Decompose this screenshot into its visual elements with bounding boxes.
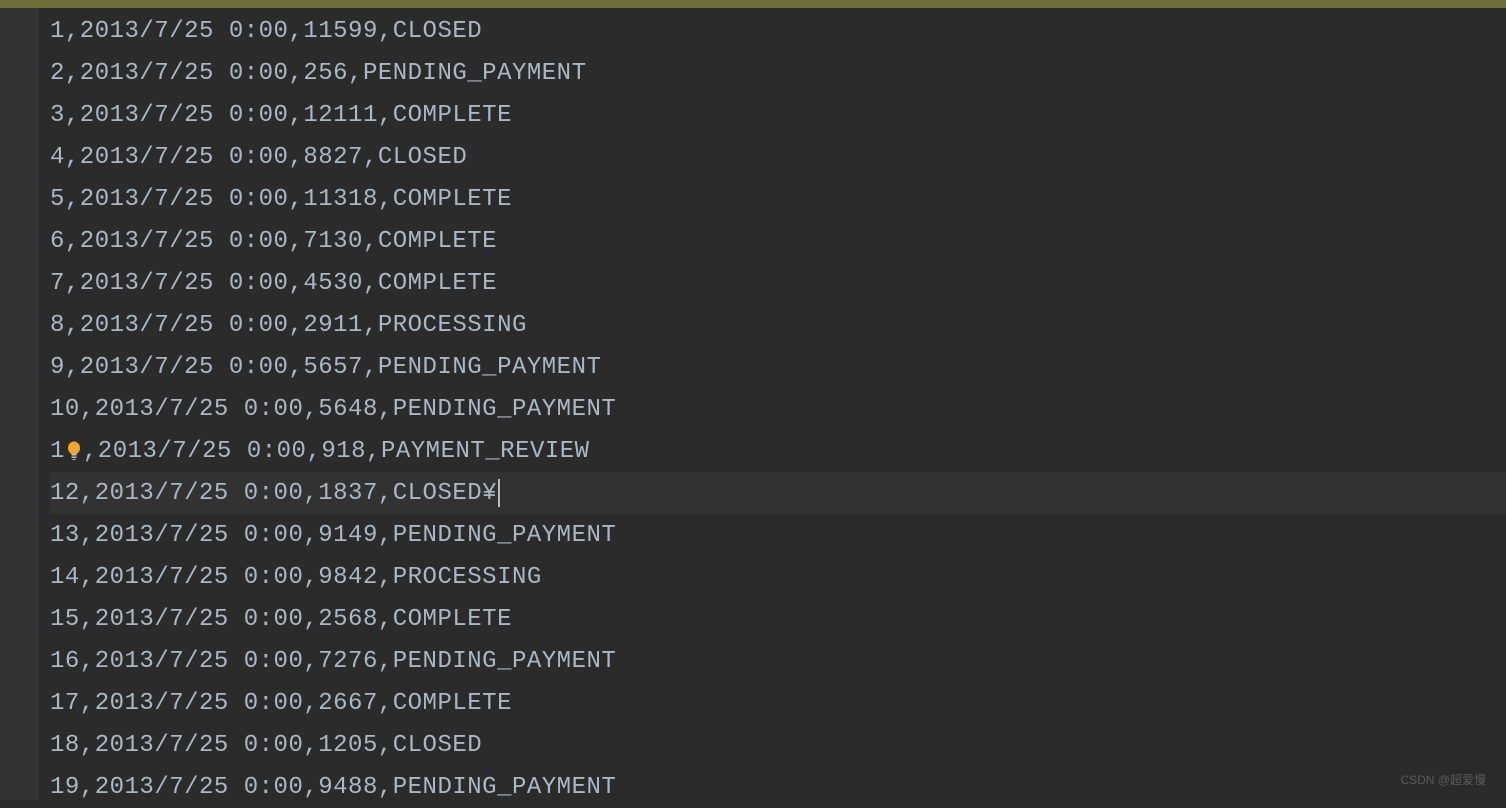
code-line[interactable]: 5,2013/7/25 0:00,11318,COMPLETE: [50, 178, 1506, 220]
code-line[interactable]: 7,2013/7/25 0:00,4530,COMPLETE: [50, 262, 1506, 304]
code-line[interactable]: 16,2013/7/25 0:00,7276,PENDING_PAYMENT: [50, 640, 1506, 682]
gutter-cell: [0, 680, 37, 722]
code-text: 7,2013/7/25 0:00,4530,COMPLETE: [50, 270, 497, 297]
gutter-cell: [0, 302, 37, 344]
gutter-cell: [0, 8, 37, 50]
code-text: 14,2013/7/25 0:00,9842,PROCESSING: [50, 564, 542, 591]
gutter-cell: [0, 596, 37, 638]
code-text: 3,2013/7/25 0:00,12111,COMPLETE: [50, 102, 512, 129]
code-line[interactable]: 2,2013/7/25 0:00,256,PENDING_PAYMENT: [50, 52, 1506, 94]
gutter-cell: [0, 470, 37, 512]
code-line[interactable]: 17,2013/7/25 0:00,2667,COMPLETE: [50, 682, 1506, 724]
code-line[interactable]: 12,2013/7/25 0:00,1837,CLOSED¥: [50, 472, 1506, 514]
gutter-cell: [0, 50, 37, 92]
code-text: ,2013/7/25 0:00,918,PAYMENT_REVIEW: [83, 438, 590, 465]
gutter-cell: [0, 512, 37, 554]
gutter-cell: [0, 92, 37, 134]
code-line[interactable]: 9,2013/7/25 0:00,5657,PENDING_PAYMENT: [50, 346, 1506, 388]
editor-container: 1,2013/7/25 0:00,11599,CLOSED 2,2013/7/25…: [0, 8, 1506, 800]
code-line[interactable]: 13,2013/7/25 0:00,9149,PENDING_PAYMENT: [50, 514, 1506, 556]
code-text: 2,2013/7/25 0:00,256,PENDING_PAYMENT: [50, 60, 586, 87]
text-caret: [498, 479, 500, 507]
code-line[interactable]: 10,2013/7/25 0:00,5648,PENDING_PAYMENT: [50, 388, 1506, 430]
code-text: 15,2013/7/25 0:00,2568,COMPLETE: [50, 606, 512, 633]
code-line[interactable]: 8,2013/7/25 0:00,2911,PROCESSING: [50, 304, 1506, 346]
code-text: 9,2013/7/25 0:00,5657,PENDING_PAYMENT: [50, 354, 601, 381]
gutter-cell: [0, 260, 37, 302]
code-text: 5,2013/7/25 0:00,11318,COMPLETE: [50, 186, 512, 213]
code-line[interactable]: 1 ,2013/7/25 0:00,918,PAYMENT_REVIEW: [50, 430, 1506, 472]
code-line[interactable]: 1,2013/7/25 0:00,11599,CLOSED: [50, 10, 1506, 52]
code-text: 12,2013/7/25 0:00,1837,CLOSED¥: [50, 480, 497, 507]
code-text: 4,2013/7/25 0:00,8827,CLOSED: [50, 144, 467, 171]
gutter-cell: [0, 722, 37, 764]
gutter-cell: [0, 638, 37, 680]
gutter-cell: [0, 218, 37, 260]
code-editor-area[interactable]: 1,2013/7/25 0:00,11599,CLOSED 2,2013/7/25…: [38, 8, 1506, 800]
gutter-cell: [0, 386, 37, 428]
code-text: 19,2013/7/25 0:00,9488,PENDING_PAYMENT: [50, 774, 616, 801]
code-line[interactable]: 3,2013/7/25 0:00,12111,COMPLETE: [50, 94, 1506, 136]
lightbulb-icon[interactable]: [65, 441, 83, 461]
code-line[interactable]: 6,2013/7/25 0:00,7130,COMPLETE: [50, 220, 1506, 262]
code-text: 8,2013/7/25 0:00,2911,PROCESSING: [50, 312, 527, 339]
code-text: 6,2013/7/25 0:00,7130,COMPLETE: [50, 228, 497, 255]
code-text: 1: [50, 438, 65, 465]
code-line[interactable]: 4,2013/7/25 0:00,8827,CLOSED: [50, 136, 1506, 178]
code-text: 17,2013/7/25 0:00,2667,COMPLETE: [50, 690, 512, 717]
gutter-cell: [0, 134, 37, 176]
code-line[interactable]: 15,2013/7/25 0:00,2568,COMPLETE: [50, 598, 1506, 640]
watermark-text: CSDN @超爱慢: [1400, 771, 1486, 788]
editor-gutter: [0, 8, 38, 800]
gutter-cell: [0, 344, 37, 386]
code-text: 18,2013/7/25 0:00,1205,CLOSED: [50, 732, 482, 759]
code-line[interactable]: 18,2013/7/25 0:00,1205,CLOSED: [50, 724, 1506, 766]
code-text: 1,2013/7/25 0:00,11599,CLOSED: [50, 18, 482, 45]
code-text: 16,2013/7/25 0:00,7276,PENDING_PAYMENT: [50, 648, 616, 675]
code-line[interactable]: 14,2013/7/25 0:00,9842,PROCESSING: [50, 556, 1506, 598]
code-line[interactable]: 19,2013/7/25 0:00,9488,PENDING_PAYMENT: [50, 766, 1506, 808]
gutter-cell: [0, 554, 37, 596]
gutter-cell: [0, 176, 37, 218]
code-text: 10,2013/7/25 0:00,5648,PENDING_PAYMENT: [50, 396, 616, 423]
editor-top-selection-bar: [0, 0, 1506, 8]
code-text: 13,2013/7/25 0:00,9149,PENDING_PAYMENT: [50, 522, 616, 549]
gutter-cell: [0, 428, 37, 470]
